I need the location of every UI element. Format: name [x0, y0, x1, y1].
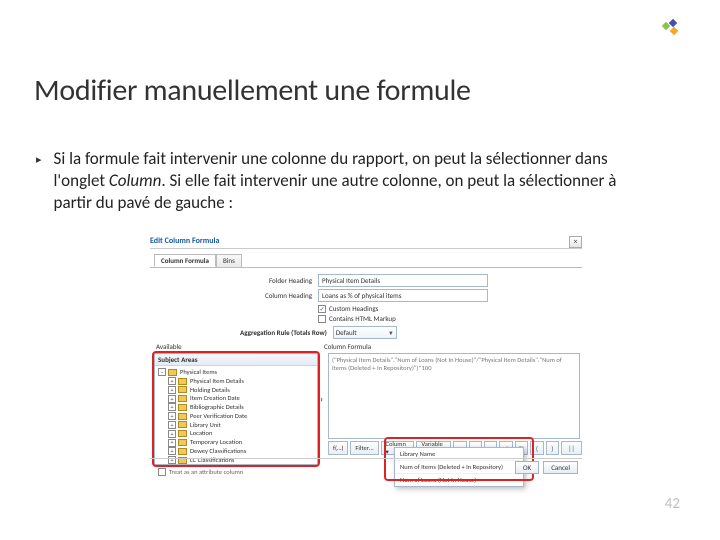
- fx-button[interactable]: f(…): [328, 441, 348, 455]
- dialog-title: Edit Column Formula: [150, 236, 582, 246]
- body-em: Column: [109, 170, 161, 191]
- tree-item[interactable]: +Temporary Location: [158, 438, 314, 447]
- subject-areas-header: Subject Areas: [155, 354, 317, 366]
- tree-item[interactable]: +Bibliographic Details: [158, 403, 314, 412]
- filter-button[interactable]: Filter…: [350, 441, 378, 455]
- formula-textarea[interactable]: ("Physical Item Details"."Num of Loans (…: [328, 353, 580, 439]
- subject-areas-panel[interactable]: Subject Areas −Physical Items+Physical I…: [154, 353, 318, 465]
- page-number: 42: [665, 495, 680, 513]
- edit-column-formula-dialog: Edit Column Formula × Column Formula Bin…: [150, 236, 582, 476]
- tree-item[interactable]: +Holding Details: [158, 386, 314, 395]
- tree-item[interactable]: +Dewey Classifications: [158, 447, 314, 456]
- aggregation-rule-label: Aggregation Rule (Totals Row): [240, 328, 327, 337]
- folder-heading-input[interactable]: Physical Item Details: [318, 274, 488, 287]
- bullet-marker: ▸: [36, 153, 42, 166]
- contains-html-checkbox[interactable]: Contains HTML Markup: [318, 314, 488, 323]
- column-heading-label: Column Heading: [240, 291, 312, 300]
- tree-item[interactable]: +Library Unit: [158, 421, 314, 430]
- tree-item[interactable]: +Item Creation Date: [158, 394, 314, 403]
- tree-item[interactable]: +Physical Item Details: [158, 377, 314, 386]
- tab-bins[interactable]: Bins: [216, 254, 242, 267]
- folder-heading-label: Folder Heading: [240, 276, 312, 285]
- available-label: Available: [150, 342, 318, 351]
- cancel-button[interactable]: Cancel: [543, 461, 578, 474]
- close-button[interactable]: ×: [569, 236, 582, 248]
- column-formula-label: Column Formula: [318, 342, 582, 351]
- body-paragraph: Si la formule fait intervenir une colonn…: [54, 148, 654, 213]
- slide-title: Modifier manuellement une formule: [34, 72, 471, 109]
- column-heading-input[interactable]: Loans as % of physical items: [318, 289, 488, 302]
- aggregation-rule-select[interactable]: Default▼: [333, 326, 397, 339]
- insert-arrow-icon[interactable]: ›: [320, 394, 323, 405]
- logo-icon: [662, 18, 682, 38]
- custom-headings-checkbox[interactable]: ✓Custom Headings: [318, 304, 488, 313]
- ok-button[interactable]: OK: [515, 461, 539, 474]
- tree-item[interactable]: +Peer Verification Date: [158, 412, 314, 421]
- op-lparen[interactable]: (: [530, 441, 543, 455]
- op-concat[interactable]: ||: [561, 441, 582, 455]
- tree-item[interactable]: +Location: [158, 429, 314, 438]
- tab-column-formula[interactable]: Column Formula: [154, 254, 216, 267]
- op-rparen[interactable]: ): [546, 441, 559, 455]
